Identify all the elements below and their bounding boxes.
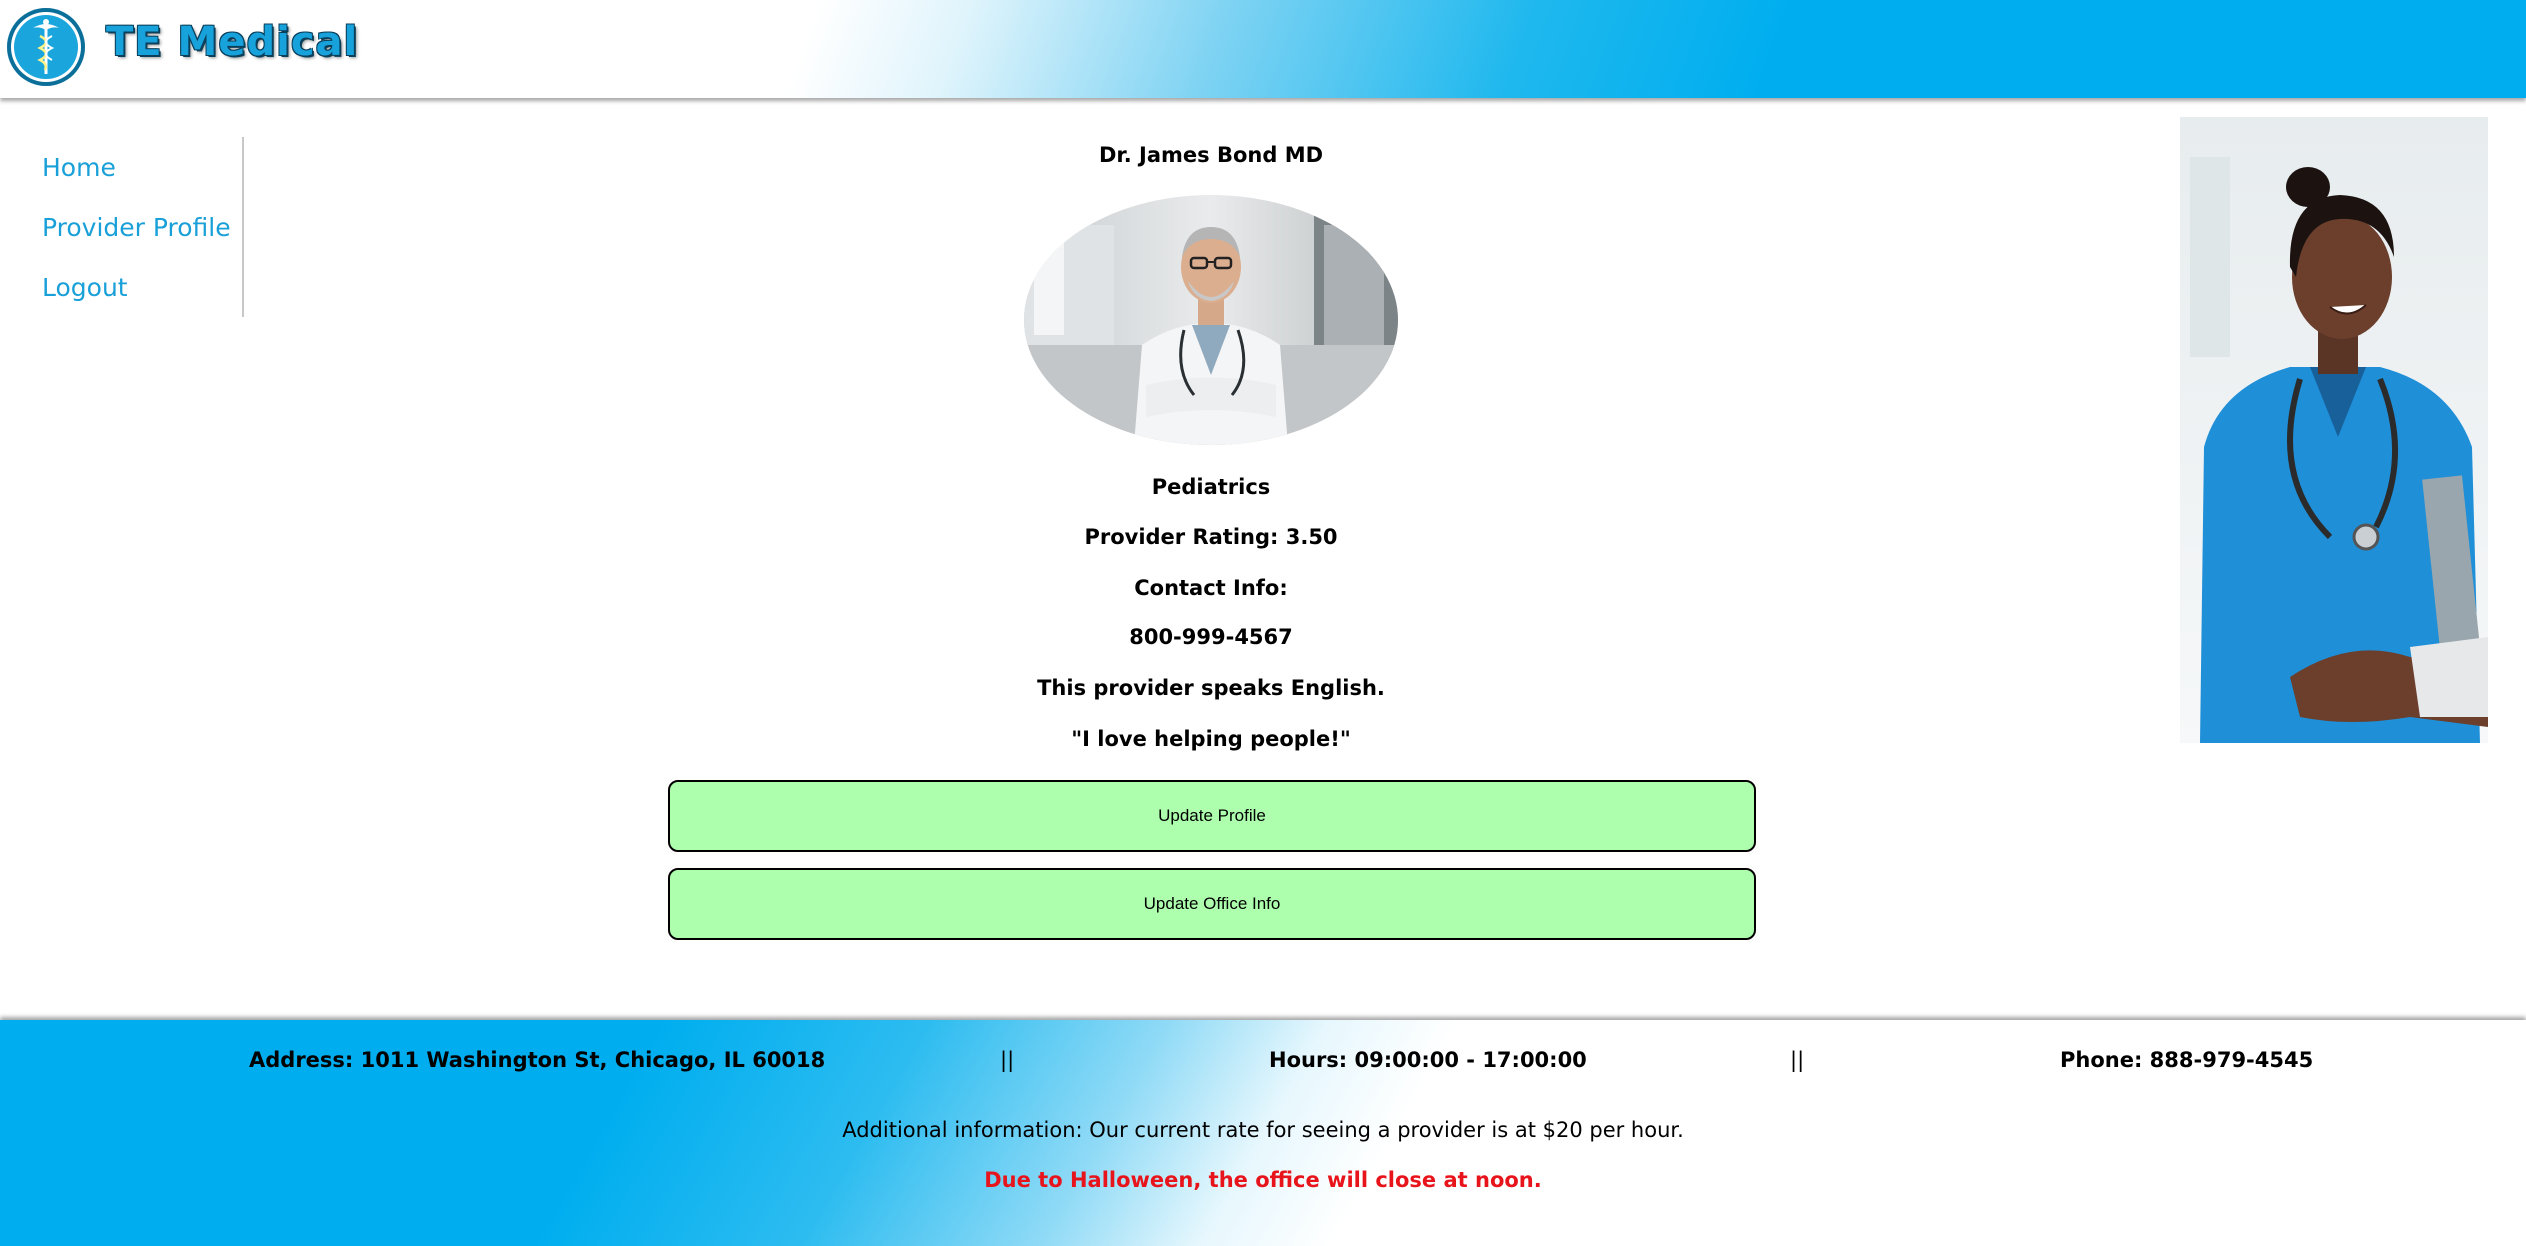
nurse-photo <box>2180 117 2488 743</box>
site-footer: Address: 1011 Washington St, Chicago, IL… <box>0 1020 2526 1246</box>
footer-separator: || <box>1790 1048 1805 1072</box>
doctor-portrait <box>1024 195 1398 445</box>
provider-rating-text: Provider Rating: 3.50 <box>1084 525 1338 549</box>
footer-alert: Due to Halloween, the office will close … <box>984 1168 1542 1192</box>
nav-link-home[interactable]: Home <box>42 153 116 182</box>
brand-title: TE Medical <box>106 19 359 65</box>
provider-name: Dr. James Bond MD <box>1098 143 1324 167</box>
caduceus-icon[interactable] <box>7 8 85 86</box>
site-header: TE Medical <box>0 0 2526 98</box>
provider-profile-panel: Dr. James Bond MD Pediatrics Provider Ra… <box>600 137 1822 957</box>
footer-address: Address: 1011 Washington St, Chicago, IL… <box>249 1048 826 1072</box>
footer-hours: Hours: 09:00:00 - 17:00:00 <box>1269 1048 1587 1072</box>
provider-quote: "I love helping people!" <box>1071 727 1351 751</box>
nav-link-provider-profile[interactable]: Provider Profile <box>42 213 231 242</box>
side-navigation: Home Provider Profile Logout <box>0 137 244 317</box>
provider-phone: 800-999-4567 <box>1129 625 1293 649</box>
footer-phone: Phone: 888-979-4545 <box>2060 1048 2314 1072</box>
update-profile-button[interactable]: Update Profile <box>668 780 1756 852</box>
provider-rating: Provider Rating: 3.50 <box>600 525 1822 549</box>
contact-heading: Contact Info: <box>1134 576 1288 600</box>
footer-additional-info: Additional information: Our current rate… <box>842 1118 1684 1142</box>
provider-languages: This provider speaks English. <box>1037 676 1385 700</box>
footer-separator: || <box>1000 1048 1015 1072</box>
provider-specialty: Pediatrics <box>1151 475 1271 499</box>
update-office-info-button[interactable]: Update Office Info <box>668 868 1756 940</box>
nav-link-logout[interactable]: Logout <box>42 273 128 302</box>
